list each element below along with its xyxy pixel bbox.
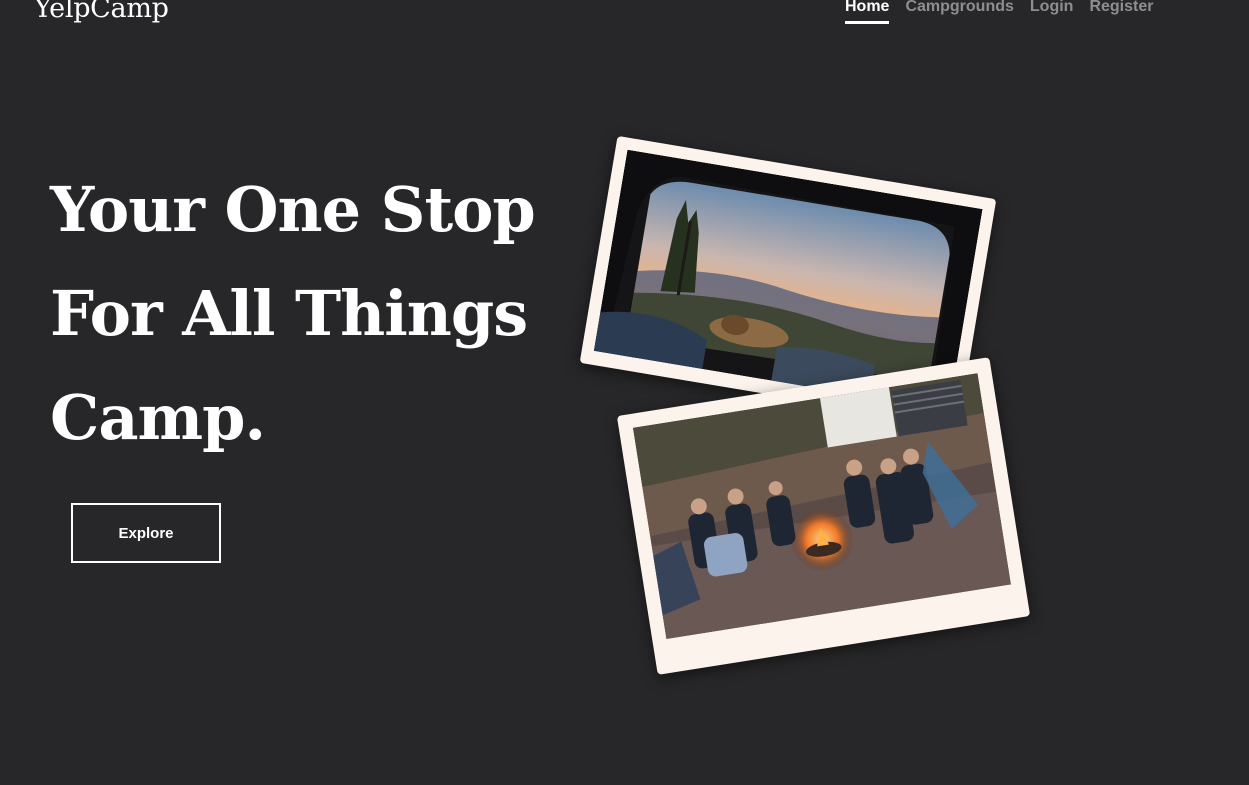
campfire-group-photo [616,357,1031,675]
nav-register-link[interactable]: Register [1089,0,1153,24]
nav-home-link[interactable]: Home [845,0,890,24]
nav-login-link[interactable]: Login [1030,0,1074,24]
campfire-group-image [632,373,1012,640]
hero-headline-line-3: Camp. [50,381,266,454]
hero-headline: Your One Stop For All Things Camp. [50,158,536,470]
hero-headline-line-2: For All Things [50,277,528,350]
brand-logo[interactable]: YelpCamp [34,0,169,26]
explore-button[interactable]: Explore [71,503,221,563]
landing-page: YelpCamp Home Campgrounds Login Register… [0,0,1249,785]
nav-campgrounds-link[interactable]: Campgrounds [905,0,1013,24]
main-nav: Home Campgrounds Login Register [845,0,1169,24]
hero-headline-line-1: Your One Stop [50,173,536,246]
